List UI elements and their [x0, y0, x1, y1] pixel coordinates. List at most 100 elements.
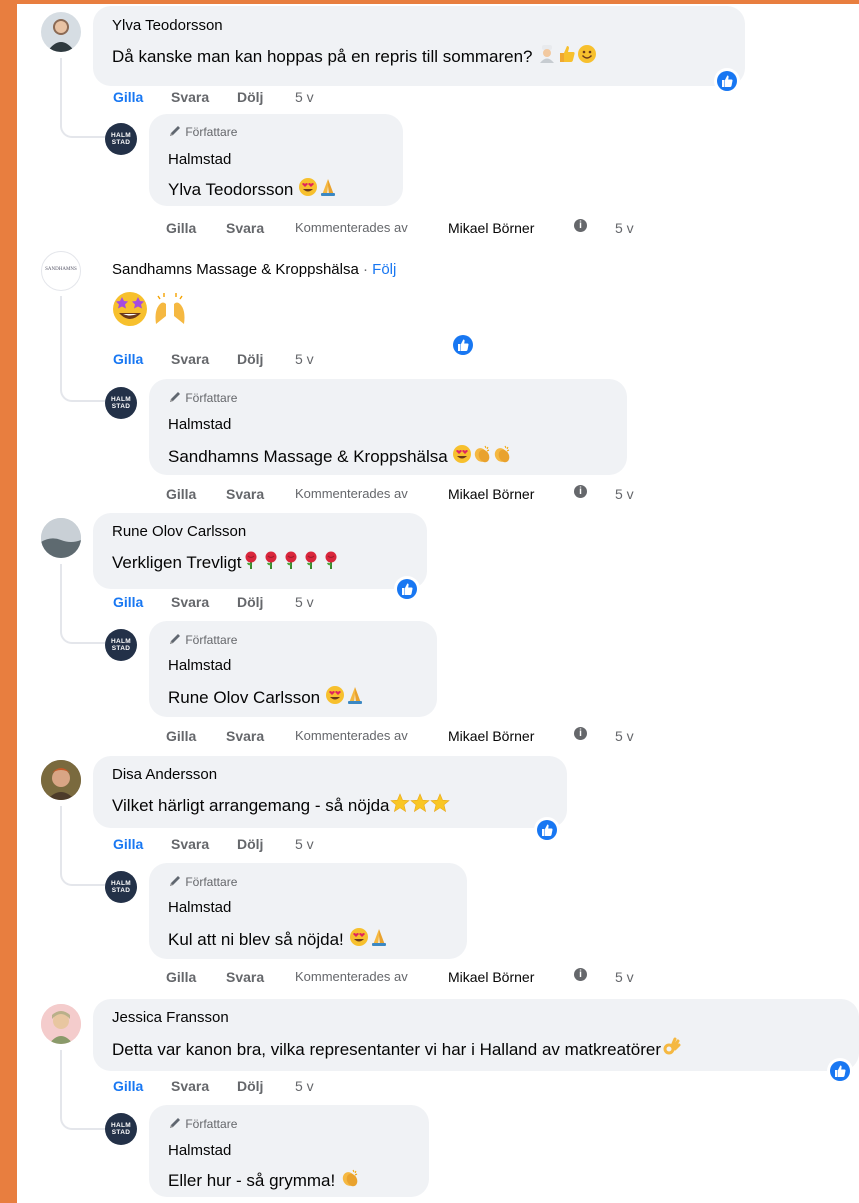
reply-button[interactable]: Svara	[171, 593, 209, 611]
timestamp[interactable]: 5 v	[615, 968, 634, 986]
avatar[interactable]	[41, 1004, 81, 1044]
heart-eyes-emoji	[298, 177, 318, 197]
timestamp[interactable]: 5 v	[295, 835, 314, 853]
hide-button[interactable]: Dölj	[237, 835, 263, 853]
page-avatar[interactable]: HALM STAD	[105, 871, 137, 903]
star-struck-emoji	[110, 288, 150, 328]
comment-actions: Gilla Svara Dölj 5 v	[113, 1077, 413, 1095]
like-button[interactable]: Gilla	[166, 727, 196, 745]
reply-actions: Gilla Svara Kommenterades av Mikael Börn…	[166, 968, 634, 986]
comment-actions: Gilla Svara Dölj 5 v	[113, 835, 413, 853]
follow-button[interactable]: Följ	[372, 261, 396, 278]
smile-emoji	[577, 44, 597, 64]
like-button[interactable]: Gilla	[113, 350, 143, 368]
reply-author[interactable]: Halmstad	[168, 657, 231, 674]
rose-emoji	[261, 550, 281, 570]
reply-author[interactable]: Halmstad	[168, 416, 231, 433]
timestamp[interactable]: 5 v	[615, 727, 634, 745]
comment-author[interactable]: Disa Andersson	[112, 766, 217, 783]
comment-author[interactable]: Jessica Fransson	[112, 1009, 229, 1026]
thumbs-up-emoji	[557, 44, 577, 64]
clap-emoji	[340, 1168, 360, 1188]
author-badge: Författare	[168, 1116, 237, 1131]
author-badge: Författare	[168, 874, 237, 889]
page-avatar[interactable]: HALM STAD	[105, 1113, 137, 1145]
rose-emoji	[241, 550, 261, 570]
author-badge: Författare	[168, 124, 237, 139]
comment-text: Vilket härligt arrangemang - så nöjda	[112, 793, 450, 816]
reply-button[interactable]: Svara	[226, 727, 264, 745]
comment-author[interactable]: Rune Olov Carlsson	[112, 523, 246, 540]
commented-by-name[interactable]: Mikael Börner	[448, 968, 534, 986]
reply-text-content: Kul att ni blev så nöjda!	[168, 930, 344, 949]
like-reaction-icon[interactable]	[450, 332, 476, 358]
like-button[interactable]: Gilla	[113, 88, 143, 106]
reply-author[interactable]: Halmstad	[168, 899, 231, 916]
reply-text: Sandhamns Massage & Kroppshälsa	[168, 444, 512, 467]
commented-by-name[interactable]: Mikael Börner	[448, 219, 534, 237]
like-button[interactable]: Gilla	[113, 835, 143, 853]
avatar[interactable]	[41, 518, 81, 558]
like-button[interactable]: Gilla	[166, 968, 196, 986]
reply-button[interactable]: Svara	[226, 219, 264, 237]
page-avatar[interactable]: HALM STAD	[105, 387, 137, 419]
reply-author[interactable]: Halmstad	[168, 151, 231, 168]
commented-by-name[interactable]: Mikael Börner	[448, 485, 534, 503]
hide-button[interactable]: Dölj	[237, 593, 263, 611]
heart-eyes-emoji	[452, 444, 472, 464]
commented-by-name[interactable]: Mikael Börner	[448, 727, 534, 745]
like-reaction-icon[interactable]	[714, 68, 740, 94]
reply-button[interactable]: Svara	[171, 1077, 209, 1095]
timestamp[interactable]: 5 v	[615, 219, 634, 237]
hide-button[interactable]: Dölj	[237, 350, 263, 368]
like-button[interactable]: Gilla	[113, 593, 143, 611]
like-reaction-icon[interactable]	[827, 1058, 853, 1084]
comments-panel: Ylva Teodorsson Då kanske man kan hoppas…	[17, 0, 859, 1203]
pen-icon	[168, 124, 182, 138]
comment-author-name[interactable]: Sandhamns Massage & Kroppshälsa	[112, 261, 359, 278]
timestamp[interactable]: 5 v	[295, 350, 314, 368]
timestamp[interactable]: 5 v	[295, 88, 314, 106]
avatar[interactable]: SANDHAMNS	[41, 251, 81, 291]
like-button[interactable]: Gilla	[166, 485, 196, 503]
pen-icon	[168, 1116, 182, 1130]
star-emoji	[430, 793, 450, 813]
reply-text: Eller hur - så grymma!	[168, 1168, 360, 1191]
comment-actions: Gilla Svara Dölj 5 v	[113, 350, 413, 368]
reply-button[interactable]: Svara	[171, 350, 209, 368]
timestamp[interactable]: 5 v	[615, 485, 634, 503]
reply-thread-line	[60, 564, 106, 644]
top-accent-bar	[17, 0, 859, 4]
comment-text-content: Då kanske man kan hoppas på en repris ti…	[112, 47, 533, 66]
hide-button[interactable]: Dölj	[237, 88, 263, 106]
reply-button[interactable]: Svara	[171, 88, 209, 106]
reply-actions: Gilla Svara Kommenterades av Mikael Börn…	[166, 485, 634, 503]
commented-by-prefix: Kommenterades av	[295, 969, 408, 984]
commented-by-prefix: Kommenterades av	[295, 220, 408, 235]
avatar[interactable]	[41, 12, 81, 52]
reply-thread-line	[60, 58, 106, 138]
clap-emoji	[492, 444, 512, 464]
reply-text-content: Eller hur - så grymma!	[168, 1171, 336, 1190]
avatar[interactable]	[41, 760, 81, 800]
like-button[interactable]: Gilla	[113, 1077, 143, 1095]
comment-author[interactable]: Ylva Teodorsson	[112, 17, 223, 34]
comment-author: Sandhamns Massage & Kroppshälsa · Följ	[112, 261, 397, 278]
hide-button[interactable]: Dölj	[237, 1077, 263, 1095]
reply-button[interactable]: Svara	[171, 835, 209, 853]
like-button[interactable]: Gilla	[166, 219, 196, 237]
reply-button[interactable]: Svara	[226, 485, 264, 503]
reply-button[interactable]: Svara	[226, 968, 264, 986]
like-reaction-icon[interactable]	[534, 817, 560, 843]
comment-text: Detta var kanon bra, vilka representante…	[112, 1037, 681, 1060]
pray-emoji	[369, 927, 389, 947]
reply-author[interactable]: Halmstad	[168, 1142, 231, 1159]
pen-icon	[168, 390, 182, 404]
page-avatar[interactable]: HALM STAD	[105, 629, 137, 661]
page-avatar[interactable]: HALM STAD	[105, 123, 137, 155]
timestamp[interactable]: 5 v	[295, 1077, 314, 1095]
reply-text-content: Sandhamns Massage & Kroppshälsa	[168, 447, 448, 466]
comment-text-content: Vilket härligt arrangemang - så nöjda	[112, 796, 390, 815]
timestamp[interactable]: 5 v	[295, 593, 314, 611]
comment-actions: Gilla Svara Dölj 5 v	[113, 88, 413, 106]
